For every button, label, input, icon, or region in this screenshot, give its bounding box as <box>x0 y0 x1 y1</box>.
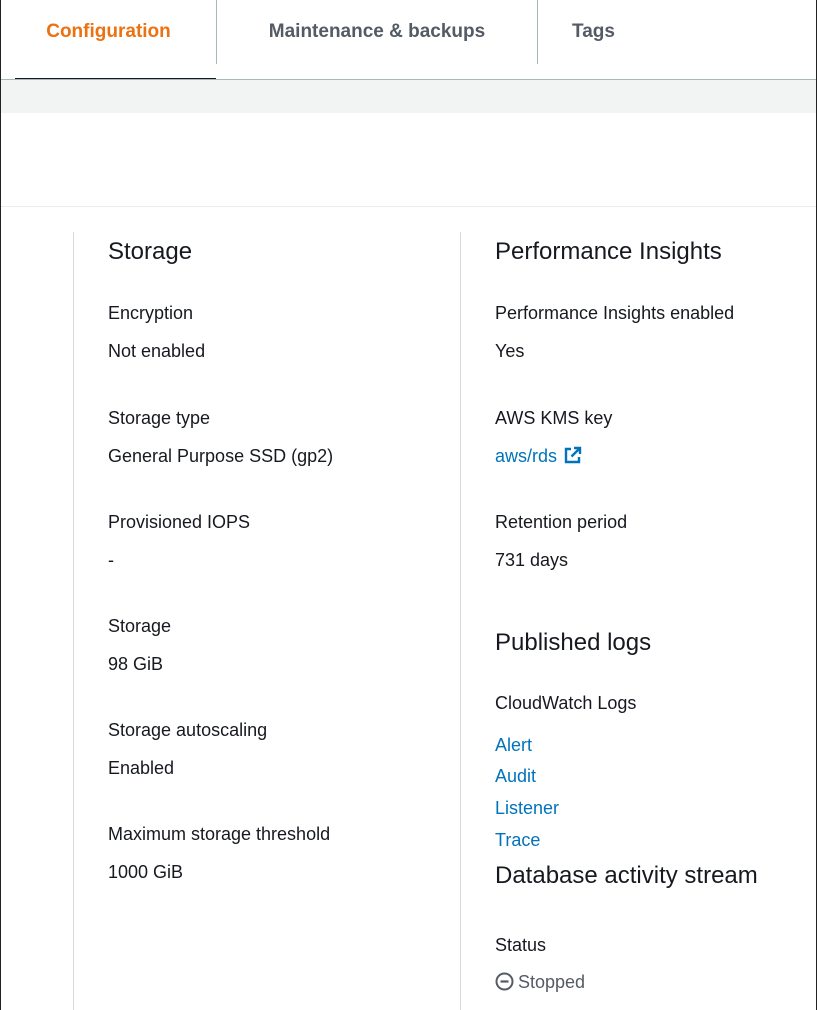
log-link-trace[interactable]: Trace <box>495 828 540 852</box>
activity-status-value: Stopped <box>518 972 586 992</box>
column-divider-left <box>73 232 74 1010</box>
storage-size-label: Storage <box>108 616 172 636</box>
max-storage-threshold-label: Maximum storage threshold <box>108 824 331 844</box>
log-link-listener[interactable]: Listener <box>495 796 559 820</box>
stopped-circle-icon <box>495 972 514 996</box>
tab-label: Maintenance & backups <box>268 21 486 42</box>
tab-maintenance-backups[interactable]: Maintenance & backups <box>216 0 537 64</box>
tab-label: Configuration <box>46 21 171 42</box>
log-link-alert[interactable]: Alert <box>495 733 532 757</box>
encryption-value: Not enabled <box>108 341 206 361</box>
storage-autoscaling-label: Storage autoscaling <box>108 720 268 740</box>
provisioned-iops-label: Provisioned IOPS <box>108 512 251 532</box>
max-storage-threshold-value: 1000 GiB <box>108 862 184 882</box>
storage-autoscaling-value: Enabled <box>108 758 175 778</box>
external-link-icon[interactable] <box>563 446 582 470</box>
storage-heading: Storage <box>108 238 193 265</box>
log-link-audit[interactable]: Audit <box>495 764 536 788</box>
performance-insights-heading: Performance Insights <box>495 238 722 265</box>
pi-enabled-label: Performance Insights enabled <box>495 303 735 323</box>
kms-key-link[interactable]: aws/rds <box>495 446 557 466</box>
storage-size-value: 98 GiB <box>108 654 164 674</box>
activity-status-row: Stopped <box>495 970 585 996</box>
storage-type-value: General Purpose SSD (gp2) <box>108 446 334 466</box>
tab-bar: Configuration Maintenance & backups Tags <box>1 0 816 80</box>
encryption-label: Encryption <box>108 303 194 323</box>
published-logs-heading: Published logs <box>495 629 652 656</box>
content-header-band <box>1 80 816 113</box>
pi-enabled-value: Yes <box>495 341 525 361</box>
kms-key-row: aws/rds <box>495 444 582 470</box>
activity-stream-heading: Database activity stream <box>495 862 758 889</box>
tab-label: Tags <box>572 21 615 42</box>
retention-period-label: Retention period <box>495 512 628 532</box>
details-panel: Configuration Maintenance & backups Tags… <box>0 0 817 1010</box>
tab-configuration[interactable]: Configuration <box>1 0 216 80</box>
provisioned-iops-value: - <box>108 550 114 570</box>
column-divider-middle <box>460 232 461 1010</box>
activity-status-label: Status <box>495 935 547 955</box>
section-spacer <box>1 113 816 207</box>
kms-key-label: AWS KMS key <box>495 408 613 428</box>
tab-tags[interactable]: Tags <box>537 0 722 64</box>
retention-period-value: 731 days <box>495 550 569 570</box>
cloudwatch-logs-label: CloudWatch Logs <box>495 693 637 713</box>
storage-type-label: Storage type <box>108 408 211 428</box>
